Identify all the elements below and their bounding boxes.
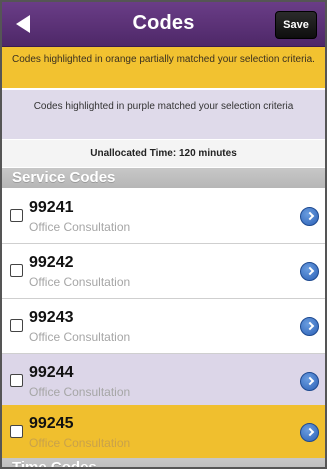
unallocated-time: Unallocated Time: 120 minutes xyxy=(2,140,325,167)
code-number: 99244 xyxy=(29,364,74,381)
code-number: 99245 xyxy=(29,415,74,432)
disclosure-chevron-icon[interactable] xyxy=(300,372,319,391)
disclosure-chevron-icon[interactable] xyxy=(300,423,319,442)
code-number: 99243 xyxy=(29,309,74,326)
orange-match-notice: Codes highlighted in orange partially ma… xyxy=(2,47,325,88)
code-description: Office Consultation xyxy=(29,436,131,450)
checkbox[interactable] xyxy=(10,209,23,222)
section-header-time-codes: Time Codes xyxy=(2,458,325,467)
code-description: Office Consultation xyxy=(29,385,131,399)
purple-match-notice: Codes highlighted in purple matched your… xyxy=(2,90,325,139)
code-description: Office Consultation xyxy=(29,275,131,289)
app-screen: Codes Save Codes highlighted in orange p… xyxy=(0,0,327,469)
code-description: Office Consultation xyxy=(29,330,131,344)
checkbox[interactable] xyxy=(10,319,23,332)
code-number: 99241 xyxy=(29,199,74,216)
disclosure-chevron-icon[interactable] xyxy=(300,317,319,336)
section-header-service-codes: Service Codes xyxy=(2,168,325,188)
code-number: 99242 xyxy=(29,254,74,271)
checkbox[interactable] xyxy=(10,425,23,438)
navigation-bar: Codes Save xyxy=(2,2,325,47)
save-button[interactable]: Save xyxy=(275,11,317,39)
checkbox[interactable] xyxy=(10,264,23,277)
list-item[interactable]: 99245 Office Consultation xyxy=(2,405,325,460)
disclosure-chevron-icon[interactable] xyxy=(300,262,319,281)
code-description: Office Consultation xyxy=(29,220,131,234)
list-item[interactable]: 99241 Office Consultation xyxy=(2,189,325,244)
list-item[interactable]: 99243 Office Consultation xyxy=(2,299,325,354)
list-item[interactable]: 99244 Office Consultation xyxy=(2,354,325,409)
list-item[interactable]: 99242 Office Consultation xyxy=(2,244,325,299)
disclosure-chevron-icon[interactable] xyxy=(300,207,319,226)
checkbox[interactable] xyxy=(10,374,23,387)
